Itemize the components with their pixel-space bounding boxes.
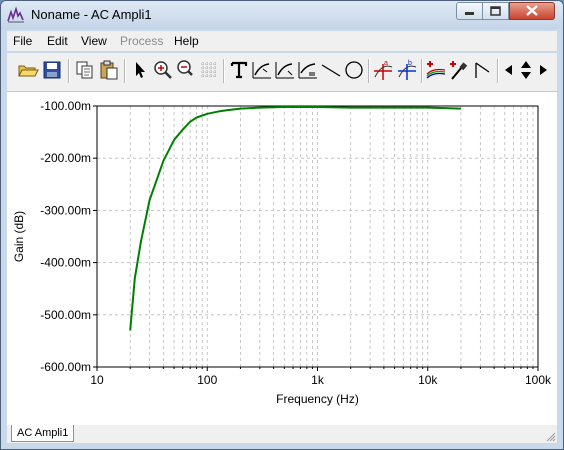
- cursor-a-icon: a: [374, 60, 393, 80]
- add-trace-button[interactable]: [425, 59, 447, 81]
- close-button[interactable]: [509, 2, 555, 20]
- marker-icon: [475, 62, 490, 78]
- toolbar-separator: [368, 59, 370, 83]
- svg-text:a: a: [384, 60, 388, 67]
- gain-trace: [129, 106, 461, 331]
- paste-button[interactable]: [98, 59, 120, 81]
- x-tick-label: 10: [90, 373, 104, 387]
- y-axis-label: Gain (dB): [12, 211, 26, 262]
- app-icon: [7, 6, 24, 23]
- pointer-button[interactable]: [129, 59, 151, 81]
- line-tool-icon: [321, 64, 341, 77]
- probe-button[interactable]: [448, 59, 470, 81]
- x-tick-label: 100: [197, 373, 217, 387]
- pointer-icon: [136, 62, 145, 78]
- x-tick-label: 1k: [311, 373, 325, 387]
- zoom-in-button[interactable]: [152, 59, 174, 81]
- toolbar-separator: [124, 59, 126, 83]
- toolbar-separator: [223, 59, 225, 83]
- open-folder-icon: [18, 65, 39, 77]
- zoom-in-icon: [154, 61, 172, 79]
- line-tool-button[interactable]: [320, 59, 342, 81]
- cursor-b-icon: b: [398, 60, 417, 80]
- curve-tool-2-button[interactable]: [274, 59, 296, 81]
- cursor-a-button[interactable]: a: [372, 59, 394, 81]
- maximize-icon: [490, 6, 501, 16]
- grid-icon: [201, 62, 217, 78]
- toolbar-separator: [497, 59, 499, 83]
- arrow-left-icon: [505, 65, 512, 75]
- curve-tool-2-icon: [275, 62, 294, 79]
- y-tick-label: -100.00m: [40, 99, 91, 113]
- curve-tool-1-button[interactable]: [251, 59, 273, 81]
- grid-button[interactable]: [198, 59, 220, 81]
- minimize-button[interactable]: [456, 2, 483, 20]
- arrow-right-icon: [540, 65, 547, 75]
- zoom-out-button[interactable]: [175, 59, 197, 81]
- close-icon: [526, 5, 538, 16]
- curve-tool-3-button[interactable]: [297, 59, 319, 81]
- menu-edit[interactable]: Edit: [47, 34, 68, 48]
- curve-tool-3-icon: [298, 62, 317, 79]
- copy-icon: [76, 61, 93, 79]
- toolbar: a b: [7, 53, 557, 92]
- paste-icon: [100, 60, 118, 80]
- maximize-button[interactable]: [482, 2, 509, 20]
- status-bar: AC Ampli1: [7, 425, 557, 443]
- probe-icon: [450, 61, 468, 80]
- trace-layer: [129, 106, 461, 331]
- menu-view[interactable]: View: [81, 34, 107, 48]
- save-icon: [43, 61, 61, 79]
- x-tick-label: 10k: [418, 373, 438, 387]
- circle-tool-button[interactable]: [343, 59, 365, 81]
- open-button[interactable]: [17, 59, 39, 81]
- y-tick-label: -300.00m: [40, 203, 91, 217]
- cursor-b-button[interactable]: b: [396, 59, 418, 81]
- y-tick-label: -600.00m: [40, 360, 91, 374]
- x-axis-label: Frequency (Hz): [276, 392, 359, 406]
- bode-plot[interactable]: -100.00m -200.00m -300.00m -400.00m -500.00m…: [7, 92, 557, 425]
- minimize-icon: [465, 12, 474, 15]
- svg-text:b: b: [408, 60, 412, 67]
- scroll-right-button[interactable]: [535, 59, 551, 81]
- zoom-out-icon: [177, 60, 193, 76]
- window-title: Noname - AC Ampli1: [31, 7, 152, 22]
- axis-ticks: -100.00m -200.00m -300.00m -400.00m -500.00m…: [40, 99, 552, 387]
- tab-ac-ampli1[interactable]: AC Ampli1: [11, 425, 75, 442]
- title-bar[interactable]: Noname - AC Ampli1: [1, 1, 563, 29]
- scroll-updown-button[interactable]: [517, 59, 535, 81]
- add-trace-icon: [426, 61, 446, 79]
- circle-tool-icon: [345, 61, 363, 79]
- y-tick-label: -500.00m: [40, 308, 91, 322]
- menu-file[interactable]: File: [13, 34, 32, 48]
- y-tick-label: -200.00m: [40, 151, 91, 165]
- toolbar-separator: [421, 59, 423, 83]
- scroll-left-button[interactable]: [501, 59, 517, 81]
- menu-help[interactable]: Help: [174, 34, 199, 48]
- curve-tool-1-icon: [252, 62, 271, 79]
- text-tool-icon: [230, 61, 248, 79]
- app-window: Noname - AC Ampli1 File Edit View Proces…: [0, 0, 564, 450]
- menu-bar: File Edit View Process Help: [7, 31, 557, 51]
- marker-button[interactable]: [472, 59, 494, 81]
- y-tick-label: -400.00m: [40, 256, 91, 270]
- save-button[interactable]: [41, 59, 63, 81]
- plot-area[interactable]: -100.00m -200.00m -300.00m -400.00m -500.00m…: [7, 92, 557, 425]
- text-tool-button[interactable]: [228, 59, 250, 81]
- plot-frame: [96, 105, 539, 368]
- plot-grid: [97, 106, 538, 367]
- x-tick-label: 100k: [525, 373, 552, 387]
- arrow-updown-icon: [521, 61, 531, 79]
- menu-process[interactable]: Process: [120, 34, 163, 48]
- toolbar-separator: [68, 59, 70, 83]
- resize-grip-icon[interactable]: [546, 432, 556, 442]
- copy-button[interactable]: [74, 59, 96, 81]
